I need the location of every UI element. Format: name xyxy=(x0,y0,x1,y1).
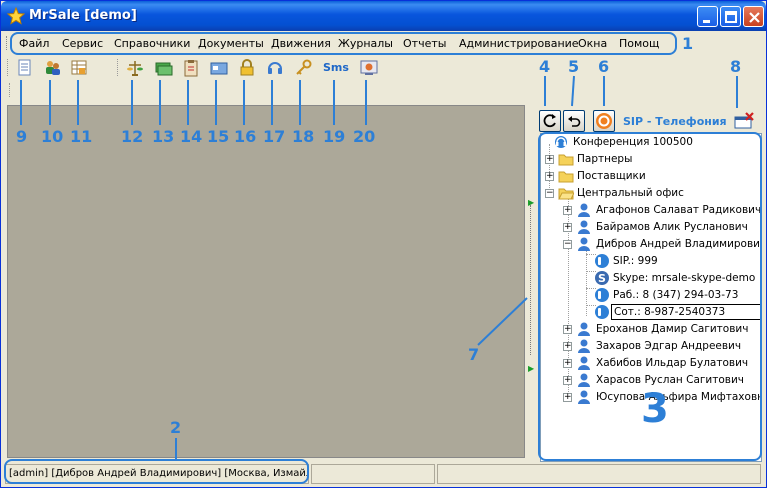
annotation-status-box xyxy=(4,459,309,484)
annotation-1: 1 xyxy=(682,34,694,53)
annotation-14: 14 xyxy=(180,127,203,146)
minimize-button[interactable] xyxy=(697,6,718,27)
refresh-icon xyxy=(543,114,556,128)
toolbar-grip[interactable] xyxy=(7,59,9,76)
annotation-12: 12 xyxy=(121,127,144,146)
headset-icon xyxy=(268,62,282,74)
annotation-7: 7 xyxy=(468,345,480,364)
annotation-9: 9 xyxy=(16,127,28,146)
annotation-tree-box xyxy=(538,132,762,461)
undo-button[interactable] xyxy=(563,110,585,132)
table-icon xyxy=(71,60,87,75)
splitter-grip[interactable] xyxy=(530,205,532,355)
refresh-button[interactable] xyxy=(539,110,561,132)
close-icon xyxy=(749,12,760,23)
annotation-15: 15 xyxy=(207,127,230,146)
menu-grip[interactable] xyxy=(6,36,9,50)
annotation-8: 8 xyxy=(730,57,742,76)
toolbar-button-16[interactable] xyxy=(237,58,257,78)
sip-panel-title: SIP - Телефония xyxy=(623,115,727,128)
minimize-icon xyxy=(703,20,710,23)
toolbar-button-14[interactable] xyxy=(181,58,201,78)
people-icon xyxy=(46,61,60,75)
toolbar-button-11[interactable] xyxy=(69,58,89,78)
sip-target-button[interactable] xyxy=(593,110,615,132)
clipboard-icon xyxy=(184,60,198,77)
annotation-16: 16 xyxy=(234,127,257,146)
toolbar-button-15[interactable] xyxy=(209,58,229,78)
lock-icon xyxy=(240,59,254,76)
undo-icon xyxy=(568,116,581,127)
toolbar: Sms xyxy=(3,56,764,80)
annotation-5: 5 xyxy=(568,57,580,76)
splitter-arrow-bottom-icon[interactable]: ▶ xyxy=(528,365,534,373)
annotation-17: 17 xyxy=(263,127,286,146)
annotation-6: 6 xyxy=(598,57,610,76)
mdi-workspace[interactable] xyxy=(7,105,525,458)
toolbar-grip-2[interactable] xyxy=(9,83,11,97)
sip-panel-header: SIP - Телефония xyxy=(537,108,765,132)
toolbar-button-17[interactable] xyxy=(265,58,285,78)
panel-splitter[interactable]: ▶ ▶ xyxy=(527,105,535,458)
monitor-icon xyxy=(360,60,378,75)
toolbar-button-10[interactable] xyxy=(43,58,63,78)
annotation-20: 20 xyxy=(353,127,376,146)
money-icon xyxy=(155,62,173,76)
close-button[interactable] xyxy=(743,6,764,27)
toolbar-separator xyxy=(117,59,119,76)
toolbar-button-12[interactable] xyxy=(125,58,145,78)
annotation-18: 18 xyxy=(292,127,315,146)
toolbar-button-18[interactable] xyxy=(293,58,313,78)
scales-icon xyxy=(127,61,143,76)
star-icon xyxy=(7,7,25,25)
sip-target-icon xyxy=(596,113,612,129)
annotation-4: 4 xyxy=(539,57,551,76)
window-title: MrSale [demo] xyxy=(29,8,137,23)
document-list-icon xyxy=(18,59,31,76)
toolbar-button-13[interactable] xyxy=(153,58,173,78)
annotation-menu-box xyxy=(10,32,677,55)
annotation-10: 10 xyxy=(41,127,64,146)
maximize-button[interactable] xyxy=(720,6,741,27)
status-cell-3 xyxy=(437,464,761,484)
maximize-icon xyxy=(725,11,737,23)
annotation-2: 2 xyxy=(170,418,182,437)
annotation-13: 13 xyxy=(152,127,175,146)
sms-button[interactable]: Sms xyxy=(323,61,349,74)
card-icon xyxy=(210,62,228,75)
close-panel-button[interactable] xyxy=(731,110,759,132)
annotation-11: 11 xyxy=(70,127,93,146)
annotation-19: 19 xyxy=(323,127,346,146)
status-cell-2 xyxy=(311,464,435,484)
toolbar-button-20[interactable] xyxy=(359,58,379,78)
close-panel-icon xyxy=(734,112,754,129)
title-bar[interactable]: MrSale [demo] xyxy=(1,1,766,31)
key-icon xyxy=(296,59,312,75)
toolbar-button-9[interactable] xyxy=(15,58,35,78)
